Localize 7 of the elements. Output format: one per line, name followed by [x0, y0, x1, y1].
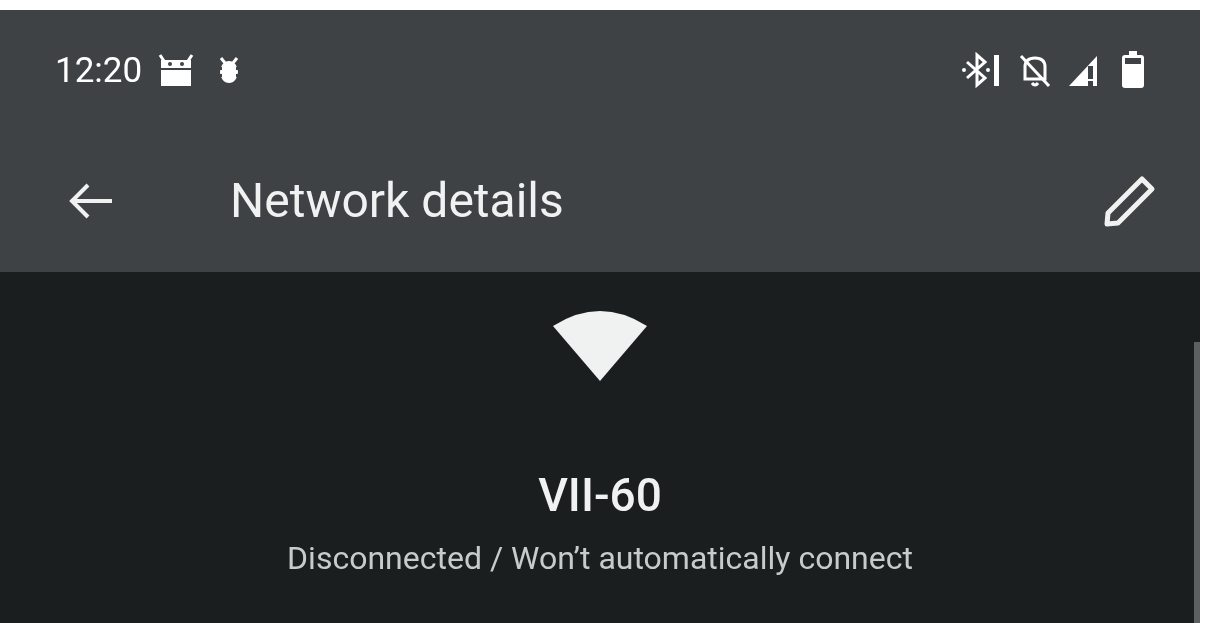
screen-title: Network details	[230, 177, 564, 225]
network-status: Disconnected / Won’t automatically connect	[287, 542, 913, 574]
android-icon	[158, 53, 195, 87]
clock-time: 12:20	[55, 52, 143, 88]
battery-icon	[1121, 51, 1145, 89]
network-name: VII-60	[538, 472, 662, 518]
muted-bell-icon	[1017, 52, 1053, 88]
